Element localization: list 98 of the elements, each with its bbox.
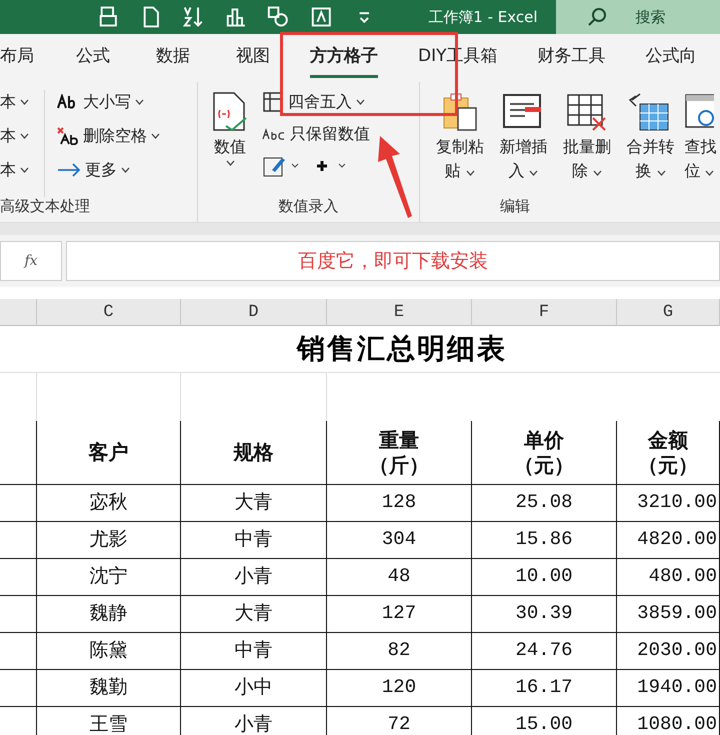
table-cell: 1940.00 [617, 670, 720, 707]
table-cell [0, 522, 37, 559]
ribbon-tab[interactable]: 方方格子 [310, 38, 378, 78]
table-cell: 15.86 [472, 522, 617, 559]
group-label: 编辑 [499, 197, 531, 217]
ribbon-tab[interactable]: 公式 [76, 38, 110, 78]
table-cell: 3859.00 [617, 596, 720, 633]
caret-icon [656, 170, 666, 176]
table-cell: 48 [327, 559, 472, 596]
dropdown-button[interactable]: 本 [0, 158, 44, 182]
ribbon-button[interactable]: 复制粘 贴 [430, 90, 490, 197]
ribbon-tab[interactable]: 公式向 [646, 38, 696, 78]
table-cell: 魏勤 [37, 670, 181, 707]
header-cell: 客户 [37, 421, 181, 485]
table-cell: 82 [327, 633, 472, 670]
table-cell: 24.76 [472, 633, 617, 670]
dropdown-button[interactable]: 本 [0, 90, 44, 114]
column-header[interactable]: C [37, 299, 181, 326]
table-cell [0, 559, 37, 596]
group-label: 高级文本处理 [0, 197, 91, 217]
abc-icon [262, 128, 286, 140]
column-header[interactable]: G [617, 299, 720, 326]
ribbon-button[interactable]: 四舍五入 [262, 90, 370, 114]
table-cell: 127 [327, 596, 472, 633]
table-cell: 1080.00 [617, 707, 720, 735]
caret-icon [20, 167, 29, 173]
ribbon-button[interactable]: 查找 位 [684, 90, 720, 197]
table-cell: 小青 [181, 707, 327, 735]
column-header[interactable]: E [327, 299, 472, 326]
search-icon [586, 6, 608, 28]
table-cell: 480.00 [617, 559, 720, 596]
ribbon-tab[interactable]: 数据 [156, 38, 190, 78]
table-cell: 30.39 [472, 596, 617, 633]
table-cell [0, 633, 37, 670]
table-cell: 王雪 [37, 707, 181, 735]
table-cell: 陈黛 [37, 633, 181, 670]
caret-icon [20, 133, 29, 139]
caret-icon [356, 99, 365, 105]
table-cell: 尤影 [37, 522, 181, 559]
table-cell: 小中 [181, 670, 327, 707]
table-cell [0, 421, 37, 485]
table-cell: 3210.00 [617, 485, 720, 522]
table-cell: 宓秋 [37, 485, 181, 522]
caret-icon [151, 133, 160, 139]
caret-icon [226, 160, 234, 166]
table-cell: 2030.00 [617, 633, 720, 670]
ribbon-tab[interactable]: 布局 [0, 38, 34, 78]
table-cell: 25.08 [472, 485, 617, 522]
ribbon-button[interactable]: 新增插 入 [494, 90, 554, 197]
value-button[interactable]: 数值 [198, 90, 262, 197]
dropdown-button[interactable]: 本 [0, 124, 44, 148]
header-cell: 单价 （元） [472, 421, 617, 485]
ribbon-button[interactable]: 合并转 换 [620, 90, 680, 197]
table-cell: 120 [327, 670, 472, 707]
ribbon-button[interactable]: 批量删 除 [557, 90, 617, 197]
group-label: 数值录入 [278, 197, 340, 217]
table-cell [0, 485, 37, 522]
header-cell: 规格 [181, 421, 327, 485]
caret-icon [466, 170, 475, 176]
ribbon-tab[interactable]: 视图 [236, 38, 270, 78]
table-cell: 中青 [181, 522, 327, 559]
table-cell: 小青 [181, 559, 327, 596]
column-header[interactable]: F [472, 299, 617, 326]
arrow-icon [57, 163, 81, 177]
column-header[interactable]: D [181, 299, 327, 326]
header-cell: 重量 （斤） [327, 421, 472, 485]
formula-field[interactable]: 百度它，即可下载安装 [66, 241, 720, 281]
search-field[interactable]: 搜索 [556, 0, 720, 34]
header-cell: 金额 （元） [617, 421, 720, 485]
table-cell: 10.00 [472, 559, 617, 596]
sheet-title: 销售汇总明细表 [0, 326, 720, 373]
table-cell: 72 [327, 707, 472, 735]
caret-icon [529, 170, 538, 176]
table-cell [0, 596, 37, 633]
table-cell: 16.17 [472, 670, 617, 707]
caret-icon [135, 99, 144, 105]
table-cell: 128 [327, 485, 472, 522]
trim-icon [57, 127, 79, 145]
table-cell: 4820.00 [617, 522, 720, 559]
ribbon-tab[interactable]: 财务工具 [538, 38, 606, 78]
function-button[interactable]: fx [0, 241, 62, 281]
caret-icon [20, 99, 29, 105]
table-cell: 304 [327, 522, 472, 559]
window-title: 工作簿1 - Excel [428, 8, 538, 26]
caret-icon [121, 167, 130, 173]
ribbon-button[interactable]: 删除空格 [57, 124, 160, 148]
ribbon-button[interactable]: 更多 [57, 158, 160, 182]
table-cell: 沈宁 [37, 559, 181, 596]
table-cell: 大青 [181, 485, 327, 522]
ribbon-button[interactable]: 只保留数值 [262, 122, 370, 146]
ribbon-button[interactable]: 大小写 [57, 90, 160, 114]
caret-icon [705, 170, 714, 176]
table-cell [0, 670, 37, 707]
table-cell: 15.00 [472, 707, 617, 735]
table-cell: 魏静 [37, 596, 181, 633]
caret-icon [592, 170, 602, 176]
table-cell: 大青 [181, 596, 327, 633]
table-cell: 中青 [181, 633, 327, 670]
